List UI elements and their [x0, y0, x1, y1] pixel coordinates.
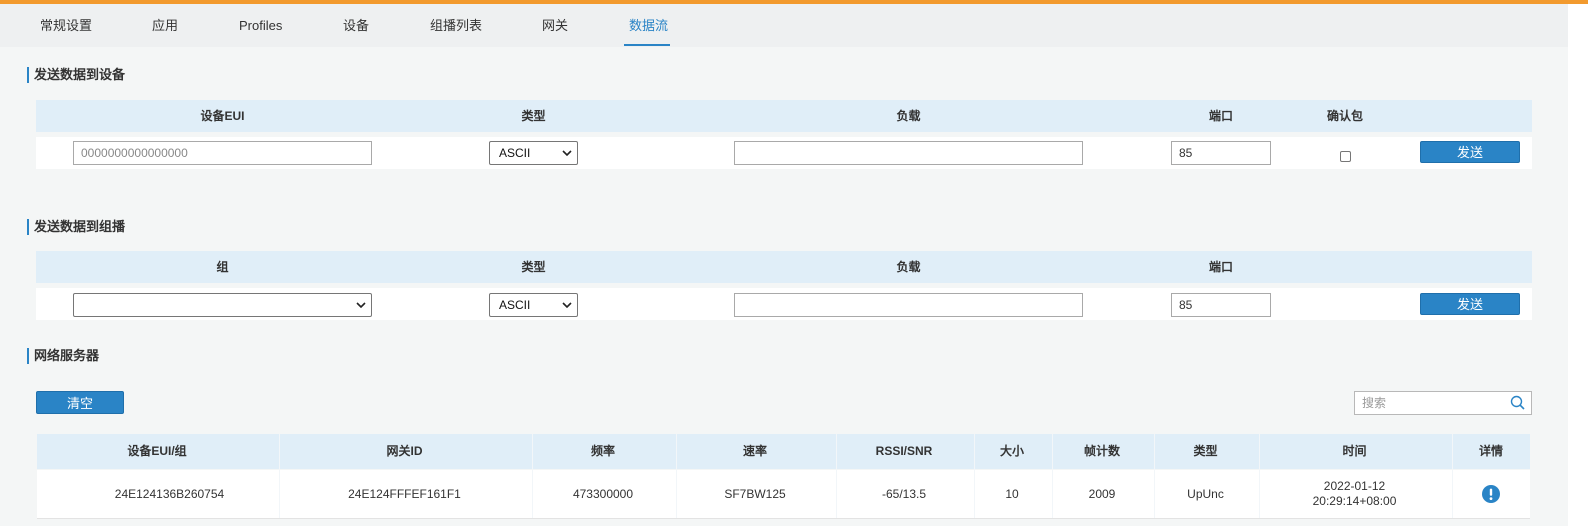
column-header-payload: 负载 [896, 260, 921, 274]
column-divider [279, 434, 280, 518]
send-device-table-header: 设备EUI 类型 负载 端口 确认包 [36, 100, 1532, 132]
column-header-frequency: 频率 [590, 444, 615, 458]
cell-size: 10 [1005, 486, 1019, 501]
tab-applications[interactable]: 应用 [152, 4, 178, 47]
column-divider [1052, 434, 1053, 518]
column-header-group: 组 [216, 260, 229, 274]
column-divider [1259, 434, 1260, 518]
column-header-time: 时间 [1342, 444, 1367, 458]
tab-data-stream[interactable]: 数据流 [629, 4, 668, 47]
tab-profiles[interactable]: Profiles [239, 4, 282, 47]
device-payload-input[interactable] [734, 141, 1083, 165]
clear-button[interactable]: 清空 [36, 391, 124, 414]
multicast-type-select-value: ASCII [499, 298, 531, 312]
column-header-gateway-id: 网关ID [386, 444, 423, 458]
column-divider [1154, 434, 1155, 518]
send-to-multicast-button[interactable]: 发送 [1420, 293, 1520, 315]
cell-gateway-id: 24E124FFFEF161F1 [348, 486, 461, 501]
column-header-confirm: 确认包 [1326, 109, 1363, 123]
device-port-input[interactable] [1171, 141, 1271, 165]
column-divider [836, 434, 837, 518]
column-header-type: 类型 [521, 260, 546, 274]
info-icon[interactable] [1482, 485, 1500, 503]
column-header-payload: 负载 [896, 109, 921, 123]
column-header-device-eui-group: 设备EUI/组 [127, 444, 187, 458]
column-divider [1452, 434, 1453, 518]
active-tab-indicator [624, 44, 670, 46]
search-icon[interactable] [1510, 395, 1526, 411]
cell-frequency: 473300000 [572, 486, 634, 501]
column-header-port: 端口 [1208, 109, 1233, 123]
cell-details [1452, 470, 1530, 518]
cell-rssi-snr: -65/13.5 [881, 486, 927, 501]
column-divider [532, 434, 533, 518]
chevron-down-icon [562, 142, 572, 164]
tab-devices[interactable]: 设备 [343, 4, 369, 47]
right-edge-panel [1568, 4, 1588, 526]
cell-frame-count: 2009 [1088, 486, 1116, 501]
cell-time-clock: 20:29:14+08:00 [1312, 494, 1397, 508]
cell-rate: SF7BW125 [724, 486, 786, 501]
multicast-port-input[interactable] [1171, 293, 1271, 317]
column-header-device-eui: 设备EUI [200, 109, 245, 123]
confirm-checkbox[interactable] [1340, 151, 1351, 162]
multicast-payload-input[interactable] [734, 293, 1083, 317]
column-header-frame-count: 帧计数 [1083, 444, 1120, 458]
network-server-table-header: 设备EUI/组 网关ID 频率 速率 RSSI/SNR 大小 帧计数 类型 时间… [37, 434, 1530, 469]
multicast-type-select[interactable]: ASCII [489, 293, 578, 317]
cell-type: UpUnc [1187, 486, 1224, 501]
cell-device-eui: 24E124136B260754 [114, 486, 225, 501]
tab-general-settings[interactable]: 常规设置 [40, 4, 92, 47]
cell-time: 2022-01-12 20:29:14+08:00 [1259, 470, 1450, 518]
table-row: 24E124136B260754 24E124FFFEF161F1 473300… [37, 470, 1530, 519]
section-title-network-server: 网络服务器 [27, 348, 99, 364]
chevron-down-icon [356, 294, 366, 316]
column-header-rate: 速率 [742, 444, 767, 458]
group-select[interactable] [73, 293, 372, 317]
tab-bar: 常规设置 应用 Profiles 设备 组播列表 网关 数据流 [0, 4, 1568, 47]
section-title-send-to-device: 发送数据到设备 [27, 67, 125, 83]
section-title-send-to-multicast: 发送数据到组播 [27, 219, 125, 235]
column-header-size: 大小 [999, 444, 1024, 458]
column-divider [974, 434, 975, 518]
device-type-select[interactable]: ASCII [489, 141, 578, 165]
cell-time-date: 2022-01-12 [1323, 479, 1386, 493]
tab-multicast-list[interactable]: 组播列表 [430, 4, 482, 47]
column-header-type: 类型 [1193, 444, 1218, 458]
device-eui-input[interactable] [73, 141, 372, 165]
tab-gateways[interactable]: 网关 [542, 4, 568, 47]
column-header-rssi-snr: RSSI/SNR [875, 444, 933, 458]
device-type-select-value: ASCII [499, 146, 531, 160]
send-multicast-table-header: 组 类型 负载 端口 [36, 251, 1532, 283]
column-header-details: 详情 [1478, 444, 1503, 458]
search-box[interactable] [1354, 391, 1532, 415]
search-input[interactable] [1355, 392, 1517, 414]
column-header-type: 类型 [521, 109, 546, 123]
send-to-device-button[interactable]: 发送 [1420, 141, 1520, 163]
chevron-down-icon [562, 294, 572, 316]
column-header-port: 端口 [1208, 260, 1233, 274]
column-divider [676, 434, 677, 518]
